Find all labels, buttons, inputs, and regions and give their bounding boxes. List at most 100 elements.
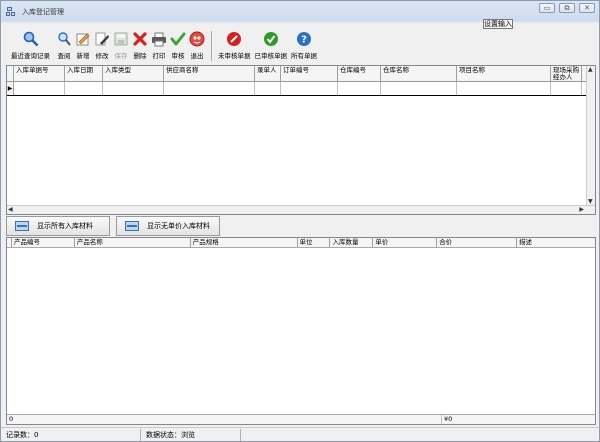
status-empty-pane (241, 429, 599, 441)
current-row-indicator: ▶ (7, 82, 14, 95)
scroll-down-arrow[interactable]: ▼ (588, 198, 593, 205)
unapproved-docs-button[interactable]: 未审核单据 (218, 31, 251, 60)
approved-docs-label: 已审核单据 (254, 52, 288, 60)
check-icon (170, 31, 186, 47)
table-icon (15, 221, 29, 231)
col-project-name[interactable]: 项目名称 (457, 66, 551, 81)
table-icon (125, 221, 139, 231)
search-icon (56, 31, 72, 47)
col-warehouse-no[interactable]: 仓库编号 (338, 66, 381, 81)
scroll-up-arrow[interactable]: ▲ (588, 66, 593, 73)
magnifier-icon (23, 31, 39, 47)
delete-button[interactable]: 删除 (132, 31, 148, 60)
cell-receipt-date[interactable] (65, 82, 103, 95)
delete-label: 删除 (133, 52, 147, 60)
add-button[interactable]: 新增 (75, 31, 91, 60)
unapproved-docs-label: 未审核单据 (218, 52, 251, 60)
show-all-materials-label: 显示所有入库材料 (37, 222, 93, 230)
cell-order-no[interactable] (281, 82, 338, 95)
table-row[interactable]: ▶ (7, 82, 595, 96)
approve-label: 审核 (171, 52, 185, 60)
view-label: 查阅 (57, 52, 71, 60)
view-button[interactable]: 查阅 (56, 31, 72, 60)
save-label: 保存 (114, 52, 128, 60)
col-warehouse-name[interactable]: 仓库名称 (381, 66, 457, 81)
exit-button[interactable]: 退出 (189, 31, 205, 60)
receipt-grid[interactable]: 入库单据号 入库日期 入库类型 供应商名称 录单人 订单编号 仓库编号 仓库名称… (6, 65, 596, 215)
col-total-price[interactable]: 合价 (437, 238, 518, 247)
col-supplier-name[interactable]: 供应商名称 (164, 66, 255, 81)
recent-query-button[interactable]: 最近查询记录 (11, 31, 50, 60)
recent-query-label: 最近查询记录 (11, 52, 50, 60)
save-button[interactable]: 保存 (113, 31, 129, 60)
unapproved-icon (226, 31, 242, 47)
receipt-grid-header: 入库单据号 入库日期 入库类型 供应商名称 录单人 订单编号 仓库编号 仓库名称… (7, 66, 595, 82)
cell-warehouse-no[interactable] (338, 82, 381, 95)
edit-label: 修改 (95, 52, 109, 60)
edit-button[interactable]: 修改 (94, 31, 110, 60)
detail-grid-header: 产品编号 产品名称 产品规格 单位 入库数量 单价 合价 描述 (7, 238, 595, 248)
minimize-button[interactable]: ▭ (539, 3, 555, 13)
detail-summary-row: 0 ¥0 (7, 414, 595, 424)
col-product-name[interactable]: 产品名称 (75, 238, 191, 247)
app-icon (6, 7, 16, 17)
toolbar-separator (211, 31, 212, 61)
col-product-spec[interactable]: 产品规格 (191, 238, 298, 247)
summary-amount: ¥0 (444, 415, 453, 423)
new-doc-icon (75, 31, 91, 47)
col-unit-price[interactable]: 单价 (373, 238, 438, 247)
col-product-no[interactable]: 产品编号 (12, 238, 75, 247)
cell-warehouse-name[interactable] (381, 82, 457, 95)
col-order-no[interactable]: 订单编号 (281, 66, 338, 81)
exit-label: 退出 (190, 52, 204, 60)
show-all-materials-button[interactable]: 显示所有入库材料 (6, 216, 110, 236)
add-label: 新增 (76, 52, 90, 60)
save-icon (113, 31, 129, 47)
cell-onsite-purchaser[interactable] (551, 82, 582, 95)
cell-supplier-name[interactable] (164, 82, 255, 95)
show-no-price-materials-label: 显示无单价入库材料 (147, 222, 210, 230)
cell-receipt-no[interactable] (14, 82, 65, 95)
vertical-scrollbar[interactable]: ▲ ▼ (586, 66, 595, 205)
toolbar: 最近查询记录 查阅 新增 修改 保存 删除 打印 审核 退出 未审核单据 已审核… (9, 31, 320, 63)
approved-docs-button[interactable]: 已审核单据 (254, 31, 288, 60)
app-window: 入库登记管理 ▭ ⧉ ✕ 设置输入 最近查询记录 查阅 新增 修改 保存 删除 … (0, 0, 600, 442)
detail-filter-bar: 显示所有入库材料 显示无单价入库材料 (6, 215, 596, 237)
approved-icon (263, 31, 279, 47)
col-entered-by[interactable]: 录单人 (255, 66, 281, 81)
row-indicator-header (7, 66, 14, 81)
record-count: 记录数：0 (1, 428, 141, 441)
all-docs-label: 所有单据 (291, 52, 317, 60)
delete-icon (132, 31, 148, 47)
data-state: 数据状态：浏览 (141, 428, 241, 441)
show-no-price-materials-button[interactable]: 显示无单价入库材料 (116, 216, 220, 236)
col-receipt-no[interactable]: 入库单据号 (14, 66, 65, 81)
printer-icon (151, 31, 167, 47)
approve-button[interactable]: 审核 (170, 31, 186, 60)
horizontal-scrollbar[interactable]: ◀ ▶ (7, 205, 595, 214)
close-button[interactable]: ✕ (579, 3, 595, 13)
col-onsite-purchaser[interactable]: 现场采购经办人 (551, 66, 582, 81)
summary-count: 0 (7, 415, 442, 424)
col-unit[interactable]: 单位 (298, 238, 331, 247)
col-receipt-type[interactable]: 入库类型 (103, 66, 164, 81)
all-docs-button[interactable]: ? 所有单据 (291, 31, 317, 60)
detail-grid[interactable]: 产品编号 产品名称 产品规格 单位 入库数量 单价 合价 描述 0 ¥0 (6, 237, 596, 425)
col-receipt-date[interactable]: 入库日期 (65, 66, 103, 81)
print-label: 打印 (152, 52, 166, 60)
help-icon: ? (296, 31, 312, 47)
print-button[interactable]: 打印 (151, 31, 167, 60)
scroll-left-arrow[interactable]: ◀ (8, 206, 13, 213)
exit-icon (189, 31, 205, 47)
cell-receipt-type[interactable] (103, 82, 164, 95)
window-title: 入库登记管理 (22, 8, 64, 16)
scroll-right-arrow[interactable]: ▶ (579, 206, 584, 213)
edit-icon (94, 31, 110, 47)
setting-input-button[interactable]: 设置输入 (483, 19, 513, 29)
cell-entered-by[interactable] (255, 82, 281, 95)
svg-text:?: ? (301, 35, 307, 46)
col-qty[interactable]: 入库数量 (330, 238, 374, 247)
cell-project-name[interactable] (457, 82, 551, 95)
restore-button[interactable]: ⧉ (559, 3, 575, 13)
col-description[interactable]: 描述 (517, 238, 595, 247)
